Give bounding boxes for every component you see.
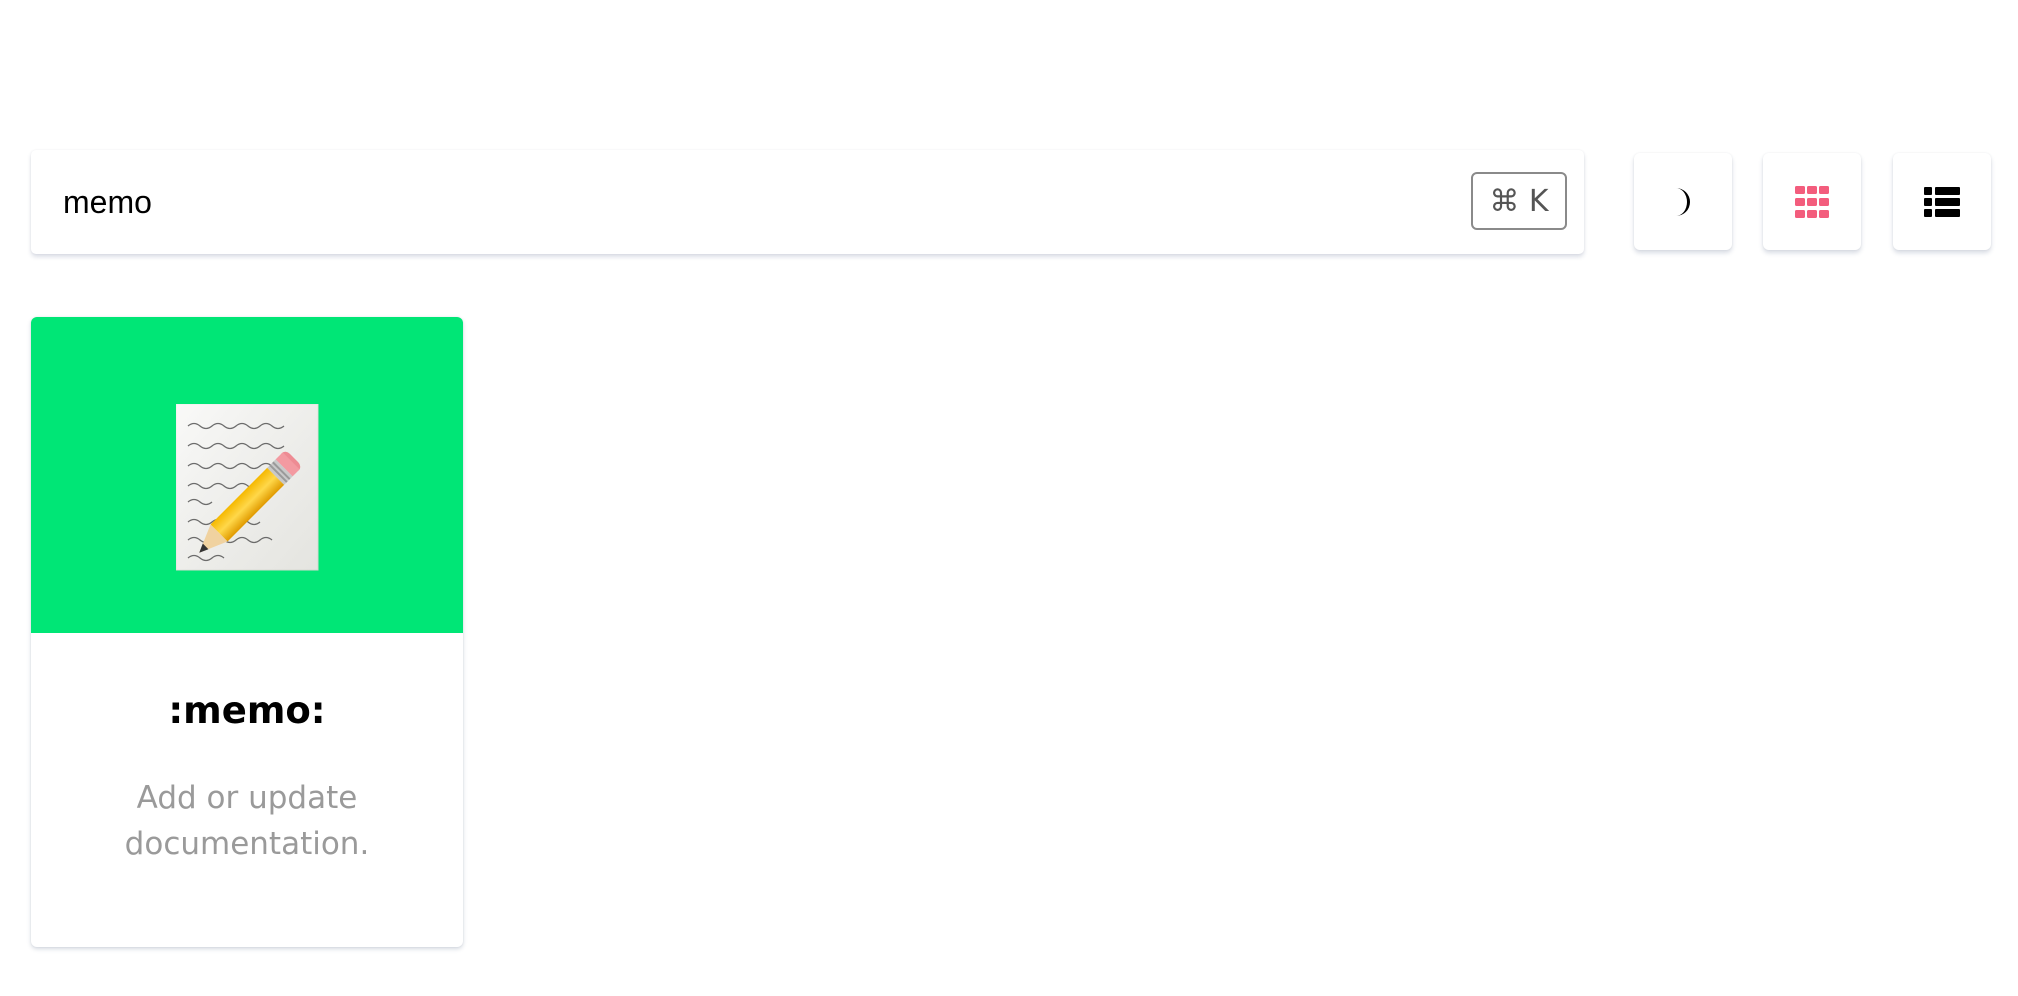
grid-icon — [1795, 185, 1829, 218]
memo-emoji-icon — [176, 404, 319, 571]
search-bar: ⌘ K — [31, 150, 1584, 254]
emoji-description: Add or update documentation. — [124, 780, 370, 862]
search-input[interactable] — [63, 150, 1463, 254]
gitmoji-page: ⌘ K — [0, 0, 2018, 996]
emoji-card[interactable]: :memo: Add or update documentation. — [31, 317, 463, 947]
keyboard-shortcut-hint: ⌘ K — [1471, 172, 1567, 230]
theme-toggle-button[interactable] — [1634, 153, 1732, 250]
grid-view-button[interactable] — [1763, 153, 1861, 250]
list-view-button[interactable] — [1893, 153, 1991, 250]
emoji-code: :memo: — [168, 689, 326, 732]
shortcut-label: ⌘ K — [1489, 183, 1549, 219]
list-icon — [1924, 186, 1960, 217]
emoji-card-header — [31, 317, 463, 633]
moon-icon — [1676, 187, 1690, 216]
